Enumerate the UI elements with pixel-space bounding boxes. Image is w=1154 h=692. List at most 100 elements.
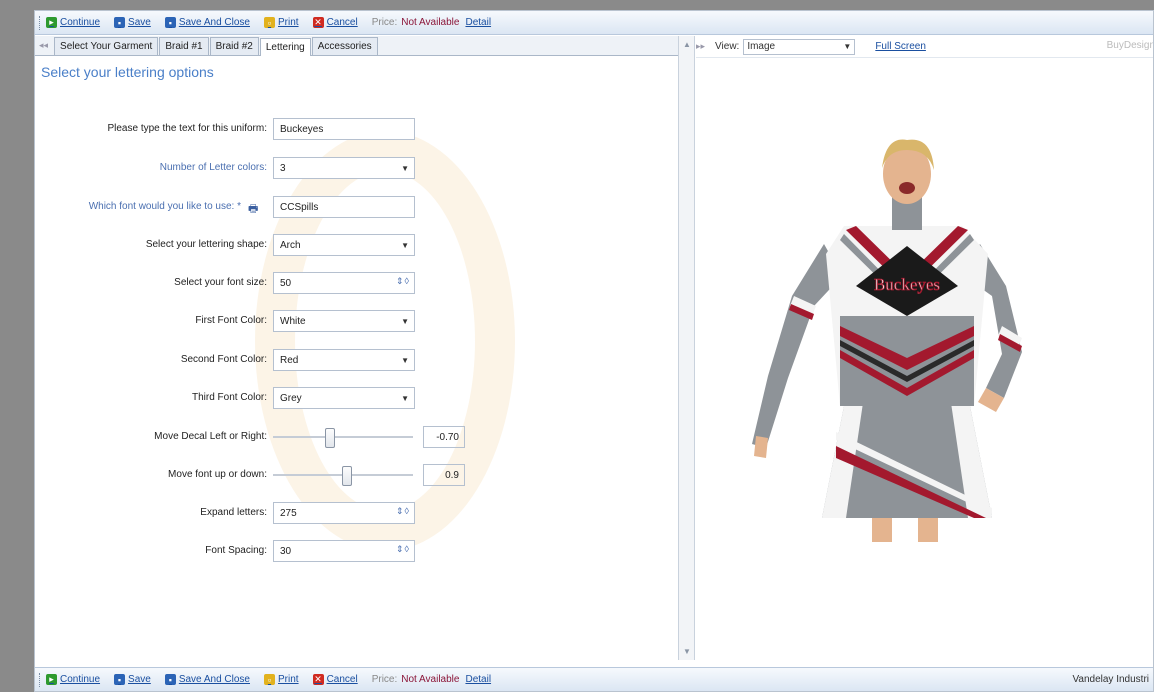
- save-icon: ▪: [114, 17, 126, 28]
- letter-colors-select[interactable]: 3 ▼: [273, 157, 415, 179]
- font-size-label: Select your font size:: [174, 277, 267, 288]
- tab-braid-2[interactable]: Braid #2: [209, 37, 259, 55]
- top-toolbar: ▸ Continue ▪ Save ▪ Save And Close ▫ Print ✕…: [35, 11, 1153, 35]
- cancel-button[interactable]: ✕ Cancel: [312, 17, 358, 28]
- save-button-bottom[interactable]: ▪ Save: [114, 674, 151, 685]
- save-button[interactable]: ▪ Save: [114, 17, 151, 28]
- tab-strip: ◂◂ Select Your Garment Braid #1 Braid #2…: [35, 36, 678, 56]
- save-and-close-button-bottom[interactable]: ▪ Save And Close: [164, 674, 250, 685]
- first-color-label: First Font Color:: [195, 315, 267, 326]
- expand-label: Expand letters:: [200, 507, 267, 518]
- third-color-label: Third Font Color:: [191, 392, 267, 403]
- text-label: Please type the text for this uniform:: [107, 123, 267, 134]
- text-row: Please type the text for this uniform: B…: [35, 118, 678, 142]
- price-label: Price:: [371, 674, 398, 685]
- lettering-shape-select[interactable]: Arch ▼: [273, 234, 415, 256]
- save-close-icon: ▪: [164, 17, 176, 28]
- expand-row: Expand letters: 275 ⇕◊: [35, 502, 678, 526]
- font-picker-icon[interactable]: 🖶: [248, 200, 258, 219]
- save-icon: ▪: [114, 674, 126, 685]
- chevron-down-icon: ▼: [401, 241, 409, 250]
- third-color-select[interactable]: Grey ▼: [273, 387, 415, 409]
- chevron-down-icon: ▼: [401, 394, 409, 403]
- spin-arrows-icon[interactable]: ⇕◊: [396, 506, 410, 517]
- price-label: Price:: [371, 17, 398, 28]
- continue-button-bottom[interactable]: ▸ Continue: [46, 674, 100, 685]
- scroll-down-icon[interactable]: ▼: [683, 647, 691, 656]
- second-color-select[interactable]: Red ▼: [273, 349, 415, 371]
- background-watermark: [255, 131, 515, 551]
- move-left-right-slider[interactable]: [273, 426, 413, 448]
- view-label: View:: [715, 41, 740, 52]
- tab-select-garment[interactable]: Select Your Garment: [54, 37, 159, 55]
- scroll-up-icon[interactable]: ▲: [683, 40, 691, 49]
- cancel-button-bottom[interactable]: ✕ Cancel: [312, 674, 358, 685]
- pane-splitter[interactable]: ▲ ▼: [679, 36, 695, 660]
- brand-logo: BuyDesign: [1106, 40, 1154, 51]
- spin-arrows-icon[interactable]: ⇕◊: [396, 544, 410, 555]
- app-window: ▸ Continue ▪ Save ▪ Save And Close ▫ Print ✕…: [34, 10, 1154, 692]
- continue-icon: ▸: [46, 17, 57, 28]
- move-lr-row: Move Decal Left or Right: -0.70: [35, 426, 678, 450]
- tab-accessories[interactable]: Accessories: [311, 37, 378, 55]
- view-select[interactable]: Image ▼: [743, 38, 856, 55]
- third-color-row: Third Font Color: Grey ▼: [35, 387, 678, 411]
- slider-track: [273, 436, 413, 438]
- print-icon: ▫: [264, 17, 275, 28]
- chevron-down-icon: ▼: [401, 317, 409, 326]
- section-title: Select your lettering options: [41, 64, 214, 80]
- slider-thumb[interactable]: [342, 466, 352, 486]
- print-button[interactable]: ▫ Print: [264, 17, 299, 28]
- first-color-select[interactable]: White ▼: [273, 310, 415, 332]
- price-value: Not Available: [401, 674, 460, 685]
- options-pane: ◂◂ Select Your Garment Braid #1 Braid #2…: [35, 36, 679, 660]
- slider-thumb[interactable]: [325, 428, 335, 448]
- shape-row: Select your lettering shape: Arch ▼: [35, 234, 678, 258]
- uniform-text-input[interactable]: Buckeyes: [273, 118, 415, 140]
- continue-icon: ▸: [46, 674, 57, 685]
- detail-link[interactable]: Detail: [465, 17, 491, 28]
- chevron-down-icon: ▼: [401, 356, 409, 365]
- bottom-toolbar: ▸ Continue ▪ Save ▪ Save And Close ▫ Print ✕…: [35, 667, 1153, 691]
- price-value: Not Available: [401, 17, 460, 28]
- uniform-lettering: Buckeyes: [874, 275, 940, 294]
- expand-letters-stepper[interactable]: 275 ⇕◊: [273, 502, 415, 524]
- move-lr-value[interactable]: -0.70: [423, 426, 465, 448]
- print-icon: ▫: [264, 674, 275, 685]
- move-ud-label: Move font up or down:: [168, 469, 267, 480]
- font-spacing-stepper[interactable]: 30 ⇕◊: [273, 540, 415, 562]
- vendor-name: Vandelay Industri: [1072, 674, 1149, 685]
- preview-pane: ▸▸ View: Image ▼ Full Screen BuyDesign B…: [696, 36, 1154, 660]
- cancel-icon: ✕: [312, 17, 324, 28]
- chevron-down-icon: ▼: [401, 164, 409, 173]
- uniform-preview-image: Buckeyes: [752, 139, 1022, 542]
- view-bar: ▸▸ View: Image ▼ Full Screen BuyDesign: [696, 36, 1154, 58]
- collapse-icon[interactable]: ▸▸: [696, 41, 705, 52]
- tab-lettering[interactable]: Lettering: [259, 38, 311, 56]
- move-ud-row: Move font up or down: 0.9: [35, 464, 678, 488]
- second-color-label: Second Font Color:: [180, 354, 267, 365]
- continue-button[interactable]: ▸ Continue: [46, 17, 100, 28]
- font-row: Which font would you like to use: * 🖶 CC…: [35, 196, 678, 220]
- move-ud-value[interactable]: 0.9: [423, 464, 465, 486]
- first-color-row: First Font Color: White ▼: [35, 310, 678, 334]
- print-button-bottom[interactable]: ▫ Print: [264, 674, 299, 685]
- font-label: Which font would you like to use: *: [88, 201, 241, 212]
- tab-braid-1[interactable]: Braid #1: [159, 37, 209, 55]
- detail-link[interactable]: Detail: [465, 674, 491, 685]
- full-screen-link[interactable]: Full Screen: [875, 41, 926, 52]
- spin-arrows-icon[interactable]: ⇕◊: [396, 276, 410, 287]
- cancel-icon: ✕: [312, 674, 324, 685]
- toolbar-grip[interactable]: [39, 15, 42, 30]
- save-and-close-button[interactable]: ▪ Save And Close: [164, 17, 250, 28]
- tab-scroll-left-icon[interactable]: ◂◂: [39, 40, 48, 51]
- chevron-down-icon: ▼: [843, 41, 852, 51]
- font-input[interactable]: CCSpills: [273, 196, 415, 218]
- save-close-icon: ▪: [164, 674, 176, 685]
- second-color-row: Second Font Color: Red ▼: [35, 349, 678, 373]
- spacing-row: Font Spacing: 30 ⇕◊: [35, 540, 678, 564]
- font-size-stepper[interactable]: 50 ⇕◊: [273, 272, 415, 294]
- toolbar-grip[interactable]: [39, 672, 42, 687]
- move-up-down-slider[interactable]: [273, 464, 413, 486]
- shape-label: Select your lettering shape:: [145, 239, 267, 250]
